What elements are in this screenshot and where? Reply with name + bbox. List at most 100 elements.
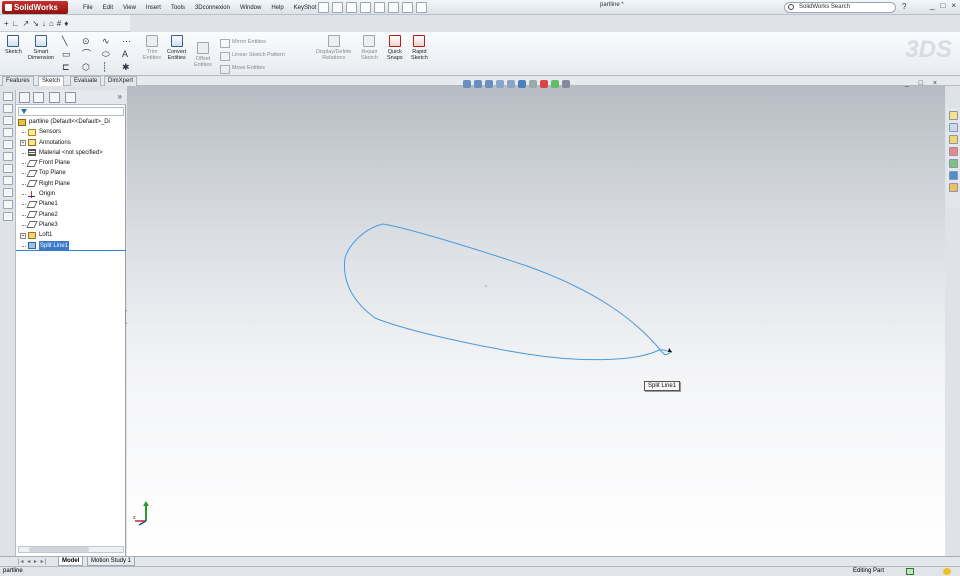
menu-help[interactable]: Help xyxy=(266,5,288,11)
solidworks-logo[interactable]: SolidWorks xyxy=(2,1,68,14)
rollback-bar[interactable] xyxy=(16,250,126,251)
save-icon[interactable] xyxy=(346,2,357,13)
menu-3dconnexion[interactable]: 3Dconnexion xyxy=(190,5,235,11)
offset-entities-button[interactable]: Offset Entities xyxy=(194,42,212,68)
tree-item-sensors[interactable]: Sensors xyxy=(16,127,126,137)
expand-tabs-icon[interactable]: » xyxy=(118,92,122,103)
trim-entities-button[interactable]: Trim Entities xyxy=(143,35,161,61)
slot-tool-icon[interactable]: ⊏ xyxy=(62,62,82,72)
configuration-manager-tab-icon[interactable] xyxy=(49,92,60,103)
menu-insert[interactable]: Insert xyxy=(141,5,166,11)
design-library-icon[interactable] xyxy=(949,123,958,132)
mirror-entities-button[interactable]: Mirror Entities xyxy=(218,36,285,49)
menu-tools[interactable]: Tools xyxy=(166,5,190,11)
select-pointer-icon[interactable] xyxy=(388,2,399,13)
down-arrow-icon[interactable]: ↓ xyxy=(42,19,46,28)
appearances-icon[interactable] xyxy=(949,159,958,168)
open-folder-icon[interactable] xyxy=(332,2,343,13)
property-manager-tab-icon[interactable] xyxy=(33,92,44,103)
smart-dimension-button[interactable]: Smart Dimension xyxy=(28,35,54,61)
options-icon[interactable] xyxy=(416,2,427,13)
tree-item-plane2[interactable]: Plane2 xyxy=(16,210,126,220)
strip-icon-9[interactable] xyxy=(3,188,13,197)
new-document-icon[interactable] xyxy=(318,2,329,13)
menu-view[interactable]: View xyxy=(118,5,141,11)
repair-sketch-button[interactable]: Repair Sketch xyxy=(361,35,378,61)
linear-sketch-pattern-button[interactable]: Linear Sketch Pattern xyxy=(218,49,285,62)
restore-button[interactable]: □ xyxy=(940,1,945,10)
line-tool-icon[interactable]: ╲ xyxy=(62,36,82,46)
tab-dimxpert[interactable]: DimXpert xyxy=(104,76,138,86)
plus-icon[interactable]: + xyxy=(4,19,9,28)
strip-icon-11[interactable] xyxy=(3,212,13,221)
centerline-tool-icon[interactable]: ┊ xyxy=(102,62,122,72)
filter-icon[interactable] xyxy=(18,107,124,116)
expand-icon[interactable]: + xyxy=(20,232,26,239)
tree-item-loft1[interactable]: + Loft1 xyxy=(16,230,126,240)
tab-features[interactable]: Features xyxy=(2,76,34,86)
tree-item-front-plane[interactable]: Front Plane xyxy=(16,158,126,168)
help-icon[interactable]: ? xyxy=(902,2,906,11)
arc-tool-icon[interactable]: ⌒ xyxy=(82,49,102,59)
units-icon[interactable] xyxy=(906,568,914,575)
tab-motion-study[interactable]: Motion Study 1 xyxy=(87,557,136,566)
tab-model[interactable]: Model xyxy=(58,557,84,566)
tree-item-annotations[interactable]: + Annotations xyxy=(16,138,126,148)
move-entities-button[interactable]: Move Entities xyxy=(218,62,285,75)
strip-icon-4[interactable] xyxy=(3,128,13,137)
strip-icon-2[interactable] xyxy=(3,104,13,113)
sketch-button[interactable]: Sketch xyxy=(5,35,22,55)
custom-properties-icon[interactable] xyxy=(949,171,958,180)
circle-tool-icon[interactable]: ⊙ xyxy=(82,36,102,46)
print-icon[interactable] xyxy=(360,2,371,13)
rapid-sketch-button[interactable]: Rapid Sketch xyxy=(411,35,428,61)
rebuild-icon[interactable] xyxy=(402,2,413,13)
bulb-icon[interactable]: ♦ xyxy=(64,19,68,28)
expand-icon[interactable]: + xyxy=(20,140,26,147)
tree-horizontal-scrollbar[interactable] xyxy=(18,546,124,553)
plane-tool-icon[interactable]: ✱ xyxy=(122,62,142,72)
close-button[interactable]: × xyxy=(951,1,956,10)
strip-icon-10[interactable] xyxy=(3,200,13,209)
strip-icon-1[interactable] xyxy=(3,92,13,101)
text-tool-icon[interactable]: A xyxy=(122,49,142,59)
tree-root[interactable]: partline (Default<<Default>_Di xyxy=(16,117,126,127)
solidworks-resources-icon[interactable] xyxy=(949,111,958,120)
strip-icon-8[interactable] xyxy=(3,176,13,185)
tab-evaluate[interactable]: Evaluate xyxy=(70,76,102,86)
menu-window[interactable]: Window xyxy=(235,5,266,11)
spline-tool-icon[interactable]: ∿ xyxy=(102,36,122,46)
strip-icon-7[interactable] xyxy=(3,164,13,173)
point-tool-icon[interactable]: ⋯ xyxy=(122,36,142,46)
minimize-button[interactable]: _ xyxy=(930,1,934,10)
line-icon[interactable]: ∟ xyxy=(12,19,20,28)
ellipse-tool-icon[interactable]: ⬭ xyxy=(102,49,122,59)
tab-navigation-arrows[interactable]: |◂ ◂ ▸ ▸| xyxy=(18,558,47,565)
graphics-area[interactable]: _ □ × Split Line1 z xyxy=(127,80,945,556)
tree-item-right-plane[interactable]: Right Plane xyxy=(16,179,126,189)
arrow-icon[interactable]: ↗ xyxy=(23,19,30,28)
menu-keyshot[interactable]: KeyShot xyxy=(289,5,322,11)
tree-item-material[interactable]: Material <not specified> xyxy=(16,148,126,158)
strip-icon-5[interactable] xyxy=(3,140,13,149)
quick-snaps-button[interactable]: Quick Snaps xyxy=(387,35,403,61)
tree-item-top-plane[interactable]: Top Plane xyxy=(16,168,126,178)
display-delete-relations-button[interactable]: Display/Delete Relations xyxy=(316,35,351,61)
menu-file[interactable]: File xyxy=(78,5,98,11)
tree-item-origin[interactable]: Origin xyxy=(16,189,126,199)
search-input[interactable]: SolidWorks Search xyxy=(784,2,896,13)
polygon-tool-icon[interactable]: ⬡ xyxy=(82,62,102,72)
undo-icon[interactable] xyxy=(374,2,385,13)
convert-entities-button[interactable]: Convert Entities xyxy=(167,35,186,61)
diagonal-arrow-icon[interactable]: ↘ xyxy=(32,19,39,28)
tree-item-plane1[interactable]: Plane1 xyxy=(16,199,126,209)
dimxpert-manager-tab-icon[interactable] xyxy=(65,92,76,103)
grid-icon[interactable]: # xyxy=(57,19,61,28)
split-line-curve[interactable] xyxy=(343,223,673,361)
forum-icon[interactable] xyxy=(949,183,958,192)
view-palette-icon[interactable] xyxy=(949,147,958,156)
menu-edit[interactable]: Edit xyxy=(98,5,118,11)
home-icon[interactable]: ⌂ xyxy=(49,19,54,28)
tab-sketch[interactable]: Sketch xyxy=(38,76,65,86)
file-explorer-icon[interactable] xyxy=(949,135,958,144)
